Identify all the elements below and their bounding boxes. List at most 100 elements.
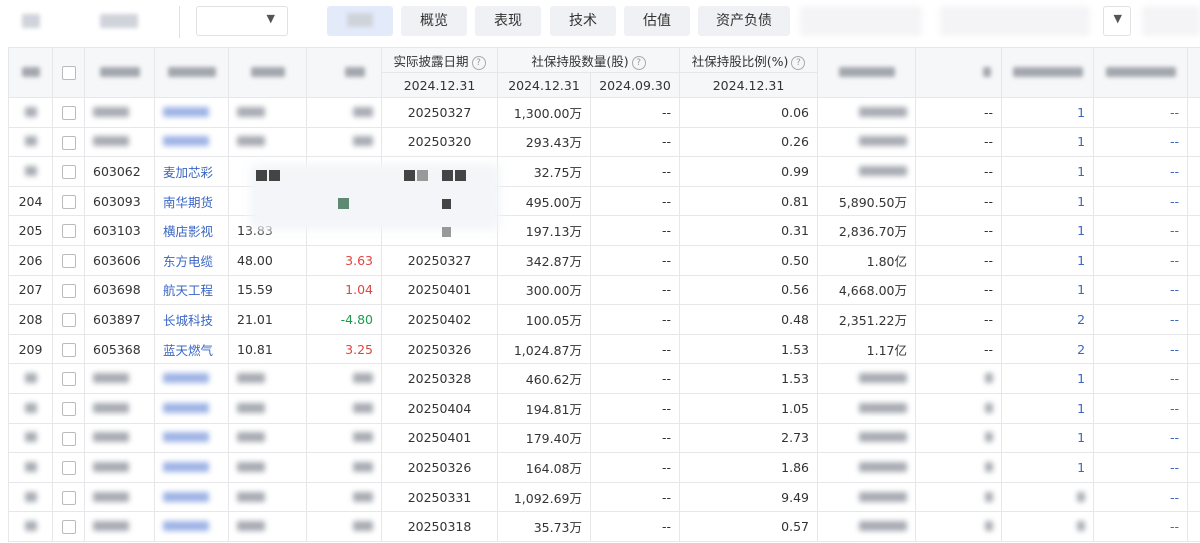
- cell-c11[interactable]: 1: [1001, 185, 1095, 217]
- col-header-name[interactable]: [154, 47, 229, 98]
- toolbar-blurred-tab[interactable]: [1142, 6, 1200, 36]
- table-row[interactable]: 205 603103 横店影视 13.83 197.13万 -- 0.31 2,836.70万…: [8, 215, 1200, 246]
- table-row[interactable]: 20250331 1,092.69万 -- 9.49 --: [8, 481, 1200, 513]
- cell-cb[interactable]: [52, 304, 85, 335]
- tab-performance[interactable]: 表现: [475, 6, 541, 36]
- row-checkbox[interactable]: [61, 313, 76, 328]
- table-row[interactable]: 603062 麦加芯彩 32.75万 -- 0.99 -- 1 --: [8, 156, 1200, 187]
- cell-c12[interactable]: --: [1093, 185, 1189, 217]
- row-checkbox[interactable]: [61, 372, 76, 387]
- cell-name[interactable]: 南华期货: [154, 185, 229, 217]
- cell-cb[interactable]: [52, 452, 85, 483]
- cell-name[interactable]: [154, 97, 229, 128]
- tab-balance-sheet[interactable]: 资产负债: [698, 6, 790, 36]
- col-header-col10[interactable]: [915, 47, 1003, 98]
- cell-cb[interactable]: [52, 511, 85, 542]
- cell-c11[interactable]: 2: [1001, 333, 1095, 365]
- cell-cb[interactable]: [52, 363, 85, 394]
- table-row[interactable]: 206 603606 东方电缆 48.00 3.63 20250327 342.87万 -- 0…: [8, 244, 1200, 276]
- row-checkbox[interactable]: [61, 401, 76, 416]
- cell-cb[interactable]: [52, 481, 85, 513]
- table-row[interactable]: 207 603698 航天工程 15.59 1.04 20250401 300.00万 -- 0…: [8, 274, 1200, 306]
- cell-c11[interactable]: 1: [1001, 392, 1095, 424]
- col-header-holding-qty[interactable]: 社保持股数量(股)?: [496, 47, 681, 73]
- col-header-select-all[interactable]: [52, 47, 85, 98]
- cell-cb[interactable]: [52, 333, 85, 365]
- cell-c12[interactable]: --: [1093, 363, 1189, 394]
- row-checkbox[interactable]: [61, 224, 76, 239]
- cell-cb[interactable]: [52, 274, 85, 306]
- cell-c11[interactable]: 1: [1001, 244, 1095, 276]
- table-row[interactable]: 20250327 1,300.00万 -- 0.06 -- 1 --: [8, 97, 1200, 128]
- col-header-market-value[interactable]: [817, 47, 917, 98]
- col-header-price[interactable]: [228, 47, 307, 98]
- tab-overview[interactable]: 概览: [401, 6, 467, 36]
- cell-cb[interactable]: [52, 244, 85, 276]
- cell-c12[interactable]: --: [1093, 333, 1189, 365]
- cell-name[interactable]: [154, 511, 229, 542]
- col-header-index[interactable]: [8, 47, 53, 98]
- col-header-change[interactable]: [306, 47, 382, 98]
- cell-cb[interactable]: [52, 215, 85, 246]
- table-row[interactable]: 20250318 35.73万 -- 0.57 --: [8, 511, 1200, 542]
- cell-c11[interactable]: [1001, 481, 1095, 513]
- cell-cb[interactable]: [52, 422, 85, 454]
- col-header-col13[interactable]: [1187, 47, 1200, 98]
- toolbar-blurred-tab[interactable]: [940, 6, 1090, 36]
- cell-c11[interactable]: 1: [1001, 452, 1095, 483]
- row-checkbox[interactable]: [61, 106, 76, 121]
- cell-c12[interactable]: --: [1093, 215, 1189, 246]
- cell-c12[interactable]: --: [1093, 274, 1189, 306]
- cell-name[interactable]: [154, 422, 229, 454]
- table-row[interactable]: 20250328 460.62万 -- 1.53 1 --: [8, 363, 1200, 394]
- cell-c12[interactable]: --: [1093, 511, 1189, 542]
- cell-c12[interactable]: --: [1093, 97, 1189, 128]
- cell-name[interactable]: 东方电缆: [154, 244, 229, 276]
- cell-c11[interactable]: 1: [1001, 363, 1095, 394]
- cell-c11[interactable]: 1: [1001, 126, 1095, 158]
- help-icon[interactable]: ?: [631, 55, 646, 70]
- cell-name[interactable]: [154, 363, 229, 394]
- table-row[interactable]: 204 603093 南华期货 495.00万 -- 0.81 5,890.50万 -- 1 --: [8, 185, 1200, 217]
- cell-name[interactable]: 航天工程: [154, 274, 229, 306]
- table-row[interactable]: 20250401 179.40万 -- 2.73 1 --: [8, 422, 1200, 454]
- row-checkbox[interactable]: [61, 194, 76, 209]
- cell-name[interactable]: [154, 452, 229, 483]
- options-select[interactable]: ▼: [1103, 6, 1131, 36]
- cell-cb[interactable]: [52, 392, 85, 424]
- table-row[interactable]: 20250320 293.43万 -- 0.26 -- 1 --: [8, 126, 1200, 158]
- table-row[interactable]: 20250326 164.08万 -- 1.86 1 --: [8, 452, 1200, 483]
- cell-name[interactable]: [154, 392, 229, 424]
- tab-active[interactable]: [327, 6, 393, 36]
- cell-name[interactable]: [154, 126, 229, 158]
- cell-c12[interactable]: --: [1093, 126, 1189, 158]
- cell-c11[interactable]: 1: [1001, 97, 1095, 128]
- col-header-holding-ratio[interactable]: 社保持股比例(%)?: [679, 47, 819, 73]
- tab-technical[interactable]: 技术: [550, 6, 616, 36]
- cell-c12[interactable]: --: [1093, 422, 1189, 454]
- col-header-col11[interactable]: [1001, 47, 1095, 98]
- cell-name[interactable]: 长城科技: [154, 304, 229, 335]
- row-checkbox[interactable]: [61, 520, 76, 535]
- cell-name[interactable]: [154, 481, 229, 513]
- cell-c11[interactable]: [1001, 511, 1095, 542]
- col-header-code[interactable]: [84, 47, 155, 98]
- row-checkbox[interactable]: [61, 135, 76, 150]
- cell-c11[interactable]: 1: [1001, 156, 1095, 187]
- cell-cb[interactable]: [52, 156, 85, 187]
- cell-c11[interactable]: 1: [1001, 215, 1095, 246]
- cell-c12[interactable]: --: [1093, 452, 1189, 483]
- row-checkbox[interactable]: [61, 431, 76, 446]
- cell-c12[interactable]: --: [1093, 304, 1189, 335]
- cell-cb[interactable]: [52, 97, 85, 128]
- cell-name[interactable]: 蓝天燃气: [154, 333, 229, 365]
- row-checkbox[interactable]: [61, 490, 76, 505]
- cell-c11[interactable]: 2: [1001, 304, 1095, 335]
- cell-c11[interactable]: 1: [1001, 274, 1095, 306]
- help-icon[interactable]: ?: [471, 55, 486, 70]
- toolbar-blurred-tab[interactable]: [800, 6, 922, 36]
- row-checkbox[interactable]: [61, 165, 76, 180]
- col-header-disclosure-date[interactable]: 实际披露日期?: [381, 47, 498, 73]
- col-header-col12[interactable]: [1093, 47, 1189, 98]
- cell-c12[interactable]: --: [1093, 481, 1189, 513]
